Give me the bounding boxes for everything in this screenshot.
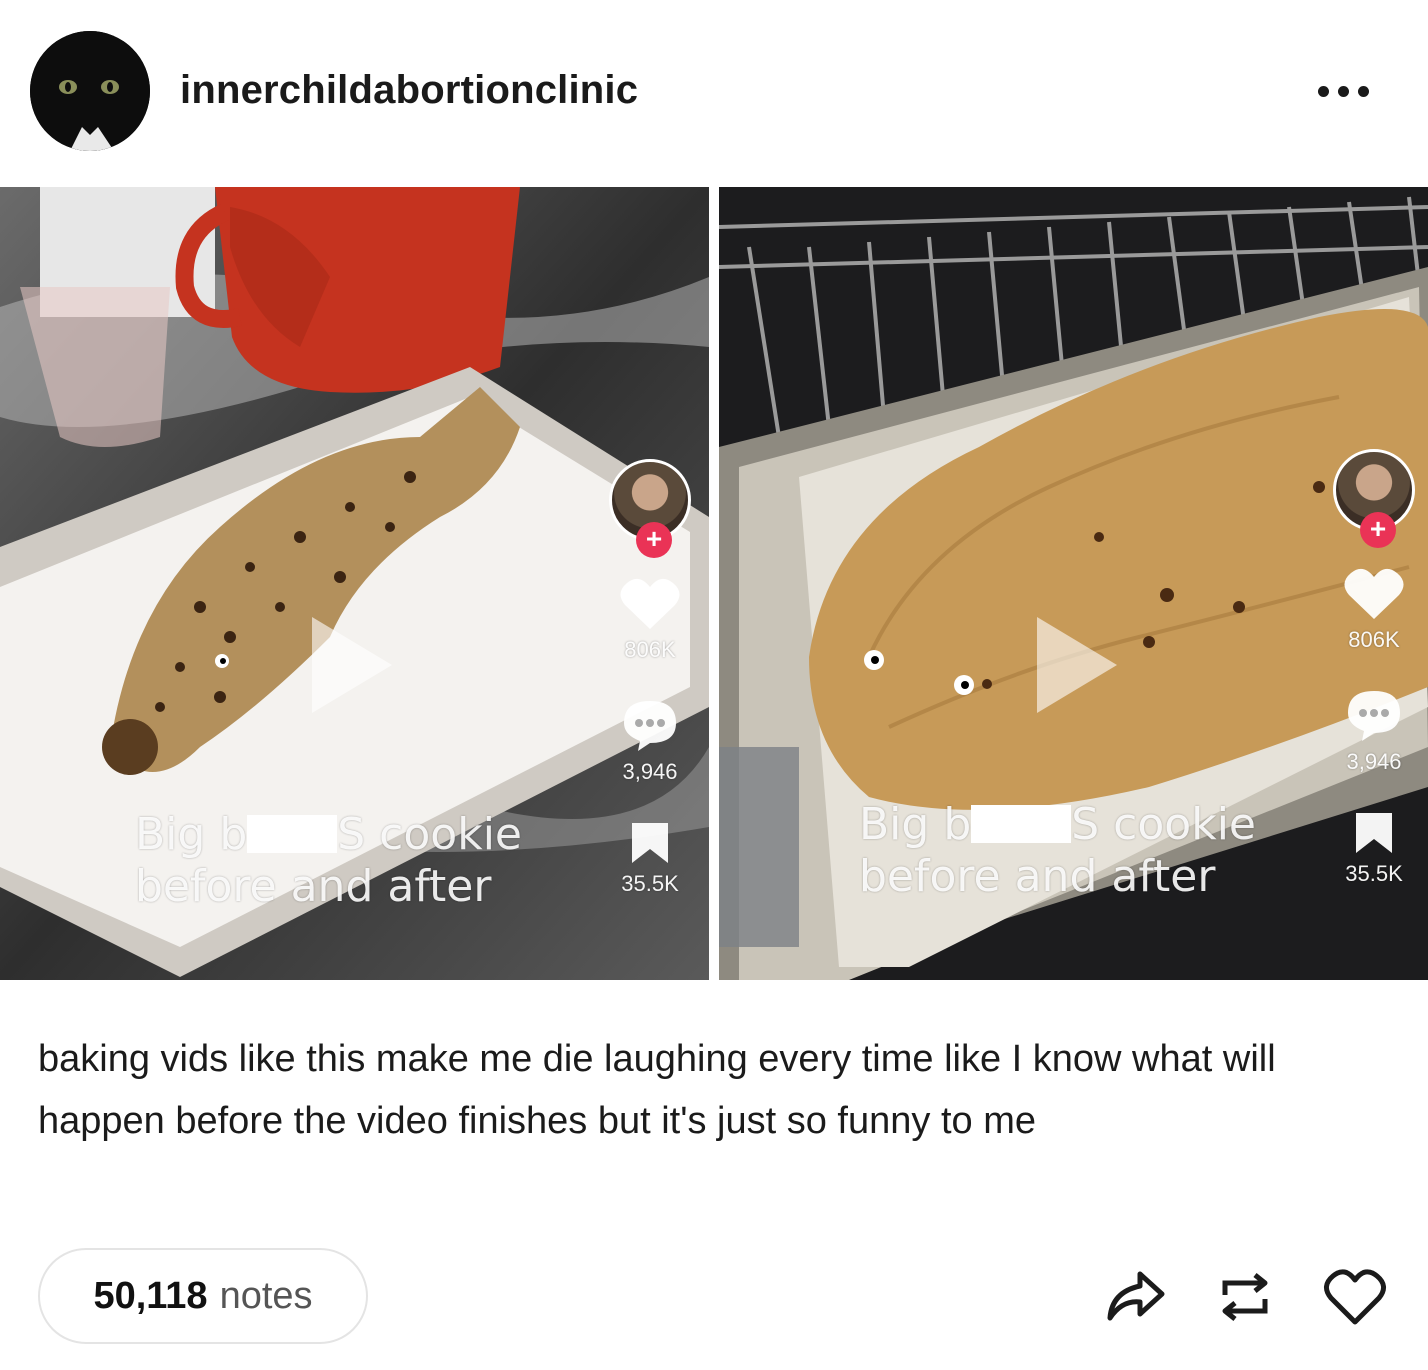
notes-button[interactable]: 50,118 notes bbox=[38, 1248, 368, 1344]
more-options-button[interactable] bbox=[1318, 78, 1378, 104]
comments-count: 3,946 bbox=[1346, 749, 1402, 774]
post-caption: baking vids like this make me die laughi… bbox=[38, 1038, 1276, 1142]
comment-icon[interactable] bbox=[1344, 687, 1404, 743]
tiktok-action-rail: + 806K 3,946 35.5K bbox=[1329, 449, 1419, 887]
user-avatar[interactable] bbox=[30, 31, 150, 151]
post-header: innerchildabortionclinic bbox=[0, 0, 1428, 180]
username[interactable]: innerchildabortionclinic bbox=[180, 68, 638, 113]
comments-count: 3,946 bbox=[622, 759, 678, 784]
play-icon[interactable] bbox=[312, 617, 392, 713]
bookmark-icon[interactable] bbox=[628, 821, 672, 865]
notes-label: notes bbox=[219, 1274, 313, 1317]
redaction-block bbox=[247, 815, 338, 853]
creator-avatar[interactable]: + bbox=[1333, 449, 1415, 548]
saves-count: 35.5K bbox=[1345, 861, 1403, 886]
like-button[interactable] bbox=[1320, 1262, 1390, 1332]
heart-icon[interactable] bbox=[619, 575, 681, 631]
follow-plus-icon[interactable]: + bbox=[1360, 512, 1396, 548]
notes-count: 50,118 bbox=[93, 1274, 208, 1317]
saves-count: 35.5K bbox=[621, 871, 679, 896]
reblog-button[interactable] bbox=[1210, 1262, 1280, 1332]
comment-icon[interactable] bbox=[620, 697, 680, 753]
heart-icon[interactable] bbox=[1343, 565, 1405, 621]
ellipsis-icon bbox=[1318, 85, 1329, 97]
post-image-before[interactable]: Big bS cookie before and after + 806K 3,… bbox=[0, 187, 709, 980]
share-icon bbox=[1107, 1271, 1165, 1321]
post-image-after[interactable]: Big bS cookie before and after + 806K 3,… bbox=[719, 187, 1428, 980]
creator-avatar[interactable]: + bbox=[609, 459, 691, 558]
tiktok-action-rail: + 806K 3,946 35.5K bbox=[605, 459, 695, 897]
reblog-icon bbox=[1222, 1273, 1268, 1321]
share-button[interactable] bbox=[1100, 1262, 1170, 1332]
video-overlay-title: Big bS cookie before and after bbox=[859, 799, 1256, 902]
redaction-block bbox=[971, 805, 1072, 843]
follow-plus-icon[interactable]: + bbox=[636, 522, 672, 558]
play-icon[interactable] bbox=[1037, 617, 1117, 713]
likes-count: 806K bbox=[624, 637, 676, 662]
video-overlay-title: Big bS cookie before and after bbox=[135, 809, 522, 912]
bookmark-icon[interactable] bbox=[1352, 811, 1396, 855]
likes-count: 806K bbox=[1348, 627, 1400, 652]
post-actions bbox=[1100, 1262, 1400, 1332]
heart-icon bbox=[1324, 1269, 1386, 1325]
